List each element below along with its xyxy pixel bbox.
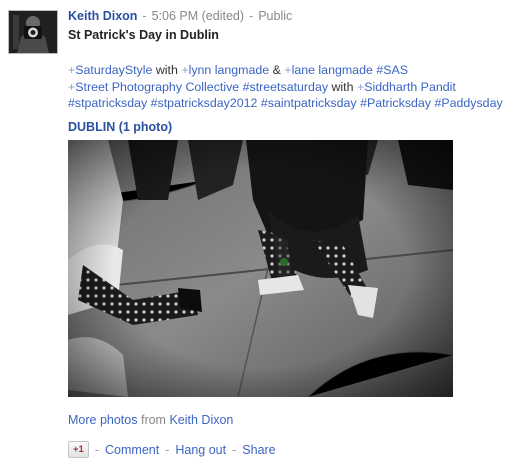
mention-link[interactable]: +lane langmade (284, 63, 373, 77)
action-separator: - (94, 442, 100, 457)
tags-line-1: +SaturdayStyle with +lynn langmade & +la… (68, 62, 518, 79)
street-photo-image (68, 140, 453, 397)
mention-link[interactable]: +SaturdayStyle (68, 63, 152, 77)
action-separator: - (165, 442, 170, 457)
post-title: St Patrick's Day in Dublin (68, 28, 219, 42)
comment-link[interactable]: Comment (105, 443, 159, 457)
hashtag-link[interactable]: #SAS (376, 63, 408, 77)
album-title-link[interactable]: DUBLIN (1 photo) (68, 120, 172, 134)
mention-link[interactable]: +Siddharth Pandit (357, 80, 456, 94)
hashtag-link[interactable]: #Patricksday (360, 96, 431, 110)
hashtag-link[interactable]: #Paddysday (434, 96, 502, 110)
mention-link[interactable]: +Street Photography Collective (68, 80, 239, 94)
author-name-link[interactable]: Keith Dixon (68, 9, 137, 23)
more-photos-author-link[interactable]: Keith Dixon (169, 413, 233, 427)
visibility-label: Public (258, 9, 293, 23)
post-photo[interactable] (68, 140, 453, 397)
mention-plus-sign: + (181, 63, 189, 77)
more-photos-line: More photos from Keith Dixon (68, 413, 233, 427)
post-header: Keith Dixon -5:06 PM (edited) - Public (68, 9, 292, 23)
tag-connector-text: & (269, 63, 285, 77)
mention-plus-sign: + (284, 63, 292, 77)
author-avatar[interactable] (8, 10, 58, 54)
more-from-label: from (140, 413, 166, 427)
camera-photographer-avatar-icon (9, 11, 57, 53)
hang-out-link[interactable]: Hang out (175, 443, 226, 457)
mention-plus-sign: + (68, 79, 76, 94)
tags-line-2: +Street Photography Collective #streetsa… (68, 79, 518, 96)
more-photos-link[interactable]: More photos (68, 413, 137, 427)
tag-connector-text: with (328, 79, 357, 94)
header-separator: - (249, 9, 254, 23)
post-actions: +1 - Comment - Hang out - Share (68, 441, 276, 458)
hashtag-link[interactable]: #saintpatricksday (261, 96, 357, 110)
mention-plus-sign: + (68, 63, 76, 77)
share-link[interactable]: Share (242, 443, 275, 457)
plus-one-button[interactable]: +1 (68, 441, 89, 458)
mention-link[interactable]: +lynn langmade (181, 63, 269, 77)
post-tags: +SaturdayStyle with +lynn langmade & +la… (68, 62, 518, 112)
tags-line-3: #stpatricksday #stpatricksday2012 #saint… (68, 95, 518, 112)
action-separator: - (232, 442, 237, 457)
header-separator: - (142, 9, 147, 23)
mention-plus-sign: + (356, 79, 365, 94)
post-timestamp-link[interactable]: 5:06 PM (edited) (152, 9, 244, 23)
tag-connector-text: with (152, 63, 182, 77)
hashtag-link[interactable]: #stpatricksday2012 (151, 96, 258, 110)
hashtag-link[interactable]: #streetsaturday (243, 80, 328, 94)
hashtag-link[interactable]: #stpatricksday (68, 96, 147, 110)
